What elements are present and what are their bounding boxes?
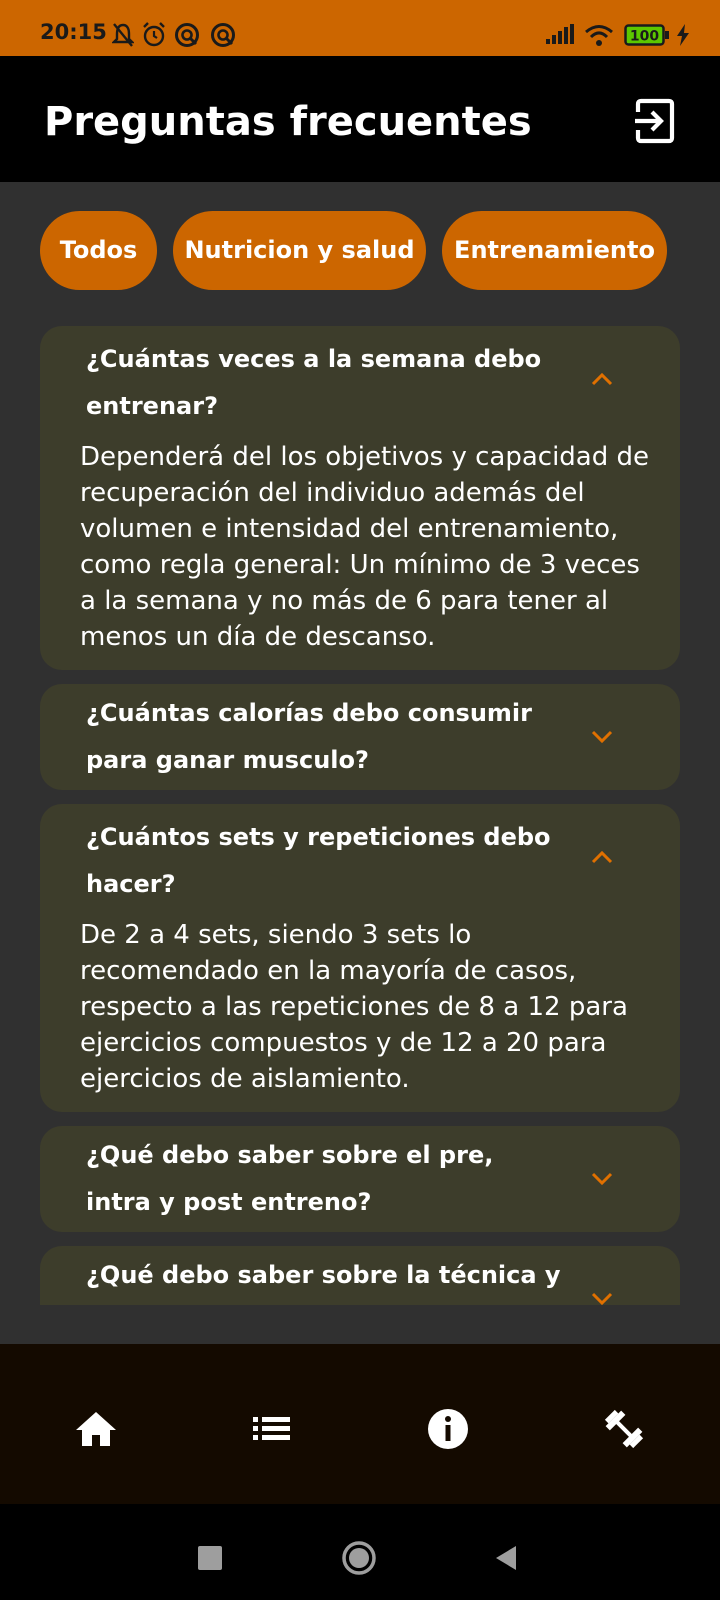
info-icon[interactable]: [425, 1406, 471, 1452]
dumbbell-icon[interactable]: [601, 1406, 647, 1452]
list-icon[interactable]: [249, 1406, 295, 1452]
status-bar: 20:15 100: [0, 0, 720, 56]
home-circle-icon[interactable]: [341, 1540, 377, 1576]
system-nav-bar: [0, 1504, 720, 1600]
app-bar: Preguntas frecuentes: [0, 56, 720, 182]
home-icon[interactable]: [73, 1406, 119, 1452]
faq-question: ¿Qué debo saber sobre el pre, intra y po…: [86, 1141, 494, 1216]
filter-chip-todos[interactable]: Todos: [40, 211, 157, 290]
faq-card[interactable]: ¿Cuántas veces a la semana debo entrenar…: [40, 326, 680, 670]
status-time: 20:15: [40, 20, 107, 44]
battery-icon: 100: [624, 24, 669, 46]
mute-icon: [112, 23, 134, 47]
wifi-icon: [585, 25, 613, 46]
chevron-up-icon[interactable]: [590, 372, 614, 386]
recents-icon[interactable]: [198, 1546, 222, 1570]
dnd-icon: [211, 23, 235, 47]
charging-icon: [677, 24, 689, 46]
chevron-down-icon[interactable]: [590, 1172, 614, 1186]
faq-card[interactable]: ¿Qué debo saber sobre el pre, intra y po…: [40, 1126, 680, 1232]
page-title: Preguntas frecuentes: [44, 99, 532, 145]
alarm-icon: [143, 22, 165, 47]
faq-list[interactable]: ¿Cuántas veces a la semana debo entrenar…: [0, 320, 720, 1305]
faq-question: ¿Cuántas veces a la semana debo entrenar…: [86, 345, 542, 420]
faq-question: ¿Cuántos sets y repeticiones debo hacer?: [86, 823, 551, 898]
faq-card[interactable]: ¿Qué debo saber sobre la técnica y: [40, 1246, 680, 1305]
faq-answer: Dependerá del los objetivos y capacidad …: [80, 442, 650, 652]
bottom-nav: [0, 1344, 720, 1504]
faq-card[interactable]: ¿Cuántos sets y repeticiones debo hacer?…: [40, 804, 680, 1112]
faq-card[interactable]: ¿Cuántas calorías debo consumir para gan…: [40, 684, 680, 790]
logout-icon[interactable]: [632, 98, 678, 144]
filter-chip-entrenamiento[interactable]: Entrenamiento: [442, 211, 667, 290]
faq-answer: De 2 a 4 sets, siendo 3 sets lo recomend…: [80, 920, 628, 1094]
chevron-up-icon[interactable]: [590, 850, 614, 864]
faq-question: ¿Qué debo saber sobre la técnica y: [86, 1261, 561, 1289]
chevron-down-icon[interactable]: [590, 1292, 614, 1305]
battery-level: 100: [630, 29, 659, 45]
signal-icon: [546, 24, 574, 44]
back-icon[interactable]: [494, 1545, 518, 1571]
filter-chip-nutricion[interactable]: Nutricion y salud: [173, 211, 426, 290]
dnd-icon: [175, 23, 199, 47]
chevron-down-icon[interactable]: [590, 730, 614, 744]
faq-question: ¿Cuántas calorías debo consumir para gan…: [86, 699, 532, 774]
